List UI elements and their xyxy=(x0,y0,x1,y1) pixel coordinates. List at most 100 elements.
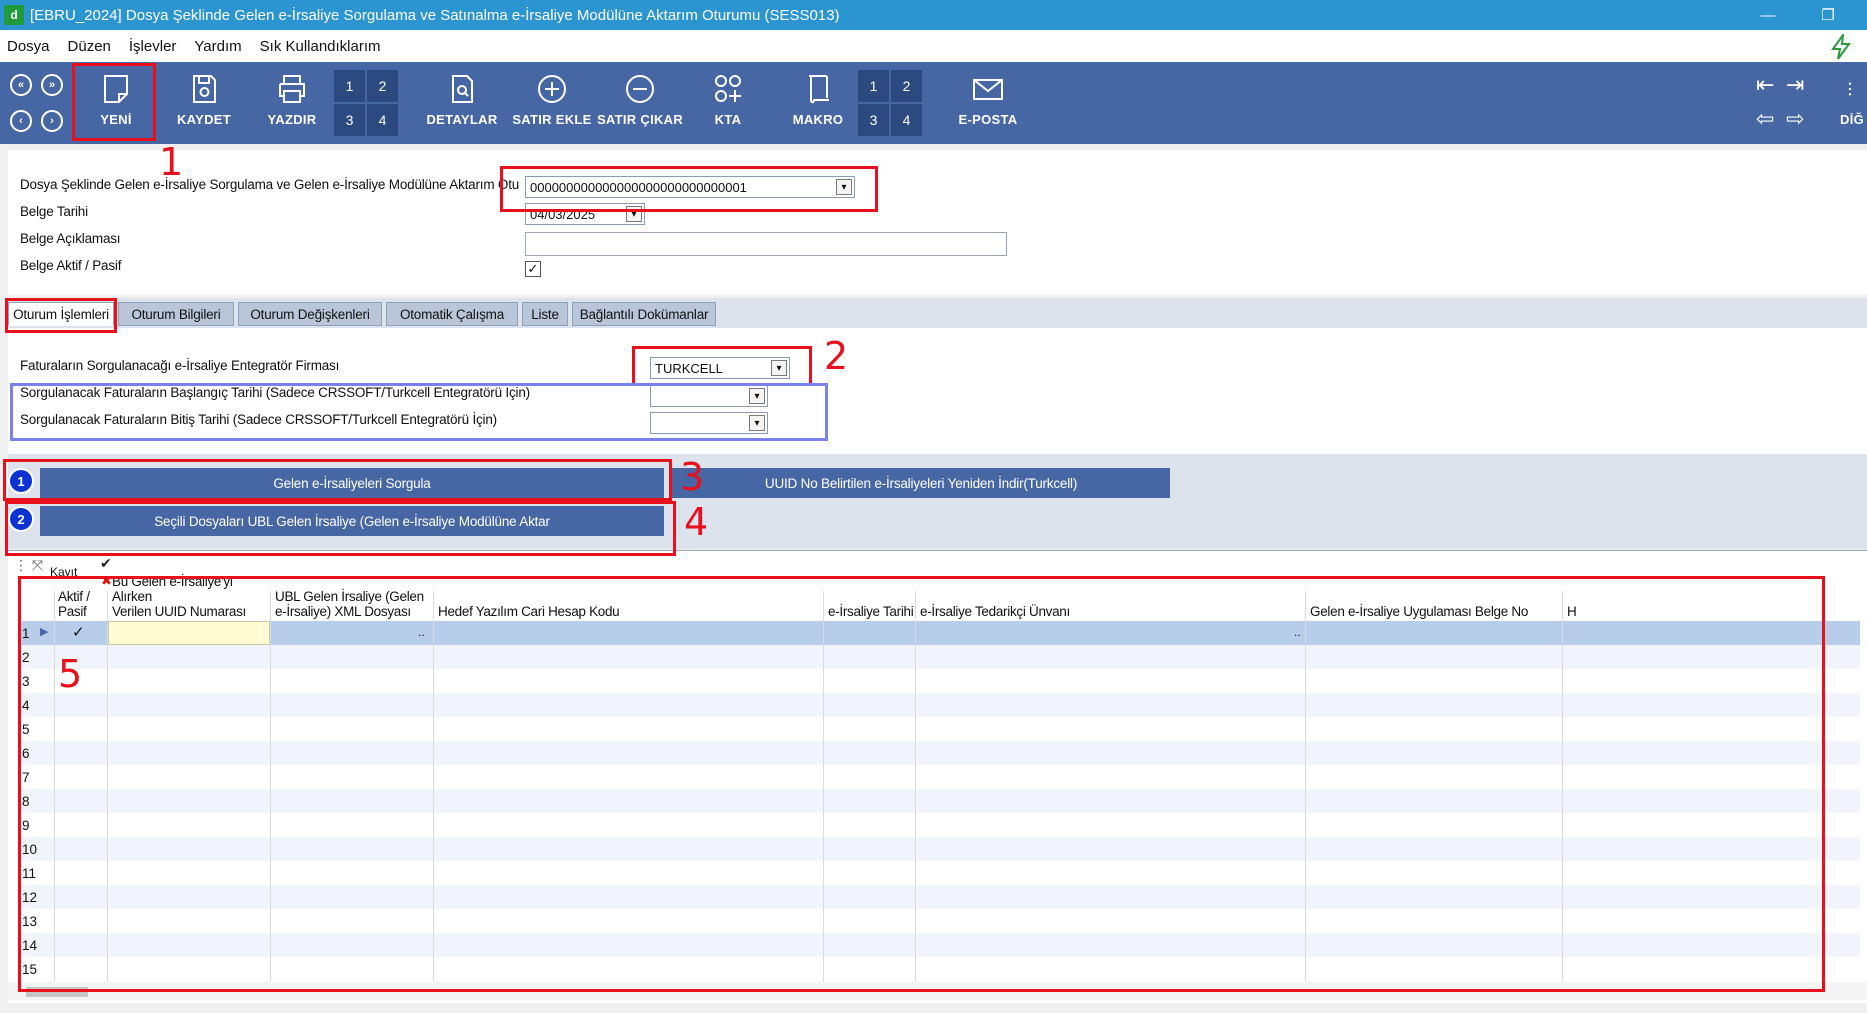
uuid-cell-input[interactable] xyxy=(108,621,270,645)
active-checkbox[interactable]: ✓ xyxy=(525,261,541,277)
template-3[interactable]: 3 xyxy=(334,104,365,136)
email-label: E-POSTA xyxy=(958,112,1018,127)
arrow-left-icon[interactable]: ⇦ xyxy=(1756,106,1774,132)
col-supplier-title[interactable]: e-İrsaliye Tedarikçi Ünvanı xyxy=(916,587,1304,621)
add-row-button[interactable]: SATIR EKLE xyxy=(512,64,592,142)
lightning-icon[interactable] xyxy=(1829,34,1853,60)
table-row[interactable]: 11 xyxy=(20,861,1860,885)
chevron-down-icon[interactable]: ▾ xyxy=(836,179,852,195)
tab-liste[interactable]: Liste xyxy=(522,302,568,326)
integrator-combo[interactable]: TURKCELL ▾ xyxy=(650,357,790,379)
col-doc-no[interactable]: Gelen e-İrsaliye Uygulaması Belge No xyxy=(1306,587,1561,621)
col-h[interactable]: H xyxy=(1563,587,1593,621)
macro-selector[interactable]: 1 2 3 4 xyxy=(858,70,922,136)
menu-duzen[interactable]: Düzen xyxy=(68,38,111,55)
print-label: YAZDIR xyxy=(267,112,317,127)
last-record-icon[interactable]: » xyxy=(41,74,63,96)
macro-1[interactable]: 1 xyxy=(858,70,889,102)
chevron-down-icon[interactable]: ▾ xyxy=(749,415,765,431)
table-row[interactable]: 10 xyxy=(20,837,1860,861)
print-button[interactable]: YAZDIR xyxy=(252,64,332,142)
status-bar xyxy=(0,1003,1867,1013)
table-row[interactable]: 15 xyxy=(20,957,1860,981)
save-button[interactable]: KAYDET xyxy=(164,64,244,142)
table-row[interactable]: 4 xyxy=(20,693,1860,717)
xml-file-browse-button[interactable]: .. xyxy=(418,625,425,639)
col-irsaliye-date[interactable]: e-İrsaliye Tarihi xyxy=(824,587,914,621)
col-uuid[interactable]: Bu Gelen e-İrsaliye'yi Alırken Verilen U… xyxy=(108,574,270,621)
date-value: 04/03/2025 xyxy=(530,206,596,222)
table-row[interactable]: 12 xyxy=(20,885,1860,909)
details-button[interactable]: DETAYLAR xyxy=(422,64,502,142)
grid-divider xyxy=(54,591,55,983)
table-row[interactable]: 1 ▶ ✓.... xyxy=(20,621,1860,645)
menu-dosya[interactable]: Dosya xyxy=(7,38,50,55)
arrow-left-bar-icon[interactable]: ⇤ xyxy=(1756,72,1774,98)
arrow-right-icon[interactable]: ⇨ xyxy=(1786,106,1804,132)
chevron-down-icon[interactable]: ▾ xyxy=(749,388,765,404)
table-row[interactable]: 7 xyxy=(20,765,1860,789)
template-2[interactable]: 2 xyxy=(367,70,398,102)
macro-3[interactable]: 3 xyxy=(858,104,889,136)
row-number: 14 xyxy=(22,938,38,953)
table-row[interactable]: 9 xyxy=(20,813,1860,837)
new-doc-icon xyxy=(104,75,128,103)
macro-button[interactable]: MAKRO xyxy=(778,64,858,142)
start-date-label: Sorgulanacak Faturaların Başlangıç Tarih… xyxy=(20,385,530,400)
table-row[interactable]: 2 xyxy=(20,645,1860,669)
row-number: 7 xyxy=(22,770,30,785)
table-row[interactable]: 14 xyxy=(20,933,1860,957)
details-icon xyxy=(452,75,473,103)
template-1[interactable]: 1 xyxy=(334,70,365,102)
table-row[interactable]: 6 xyxy=(20,741,1860,765)
chevron-down-icon[interactable]: ▾ xyxy=(626,206,642,222)
expand-icon[interactable]: ⋮ ⤧ xyxy=(14,557,43,574)
tab-otomatik-calisma[interactable]: Otomatik Çalışma xyxy=(386,302,518,326)
col-active[interactable]: Aktif / Pasif xyxy=(54,587,106,621)
redownload-button[interactable]: UUID No Belirtilen e-İrsaliyeleri Yenide… xyxy=(672,468,1170,498)
date-combo[interactable]: 04/03/2025 ▾ xyxy=(525,203,645,225)
prev-record-icon[interactable]: ‹ xyxy=(10,110,32,132)
table-row[interactable]: 5 xyxy=(20,717,1860,741)
supplier-browse-button[interactable]: .. xyxy=(1294,625,1301,639)
session-combo[interactable]: 000000000000000000000000000001 ▾ xyxy=(525,176,855,198)
transfer-button[interactable]: Seçili Dosyaları UBL Gelen İrsaliye (Gel… xyxy=(40,506,664,536)
col-target-account[interactable]: Hedef Yazılım Cari Hesap Kodu xyxy=(434,587,822,621)
table-row[interactable]: 8 xyxy=(20,789,1860,813)
menu-islevler[interactable]: İşlevler xyxy=(129,38,177,55)
menu-bar: Dosya Düzen İşlevler Yardım Sık Kullandı… xyxy=(0,30,1867,62)
query-button[interactable]: Gelen e-İrsaliyeleri Sorgula xyxy=(40,468,664,498)
next-record-icon[interactable]: › xyxy=(41,110,63,132)
first-record-icon[interactable]: « xyxy=(10,74,32,96)
restore-button[interactable]: ❐ xyxy=(1800,0,1856,30)
minimize-button[interactable]: — xyxy=(1740,0,1796,30)
check-all-icon[interactable]: ✔ xyxy=(100,555,112,572)
table-row[interactable]: 3 xyxy=(20,669,1860,693)
tab-oturum-bilgileri[interactable]: Oturum Bilgileri xyxy=(118,302,234,326)
tab-baglantili-dokumanlar[interactable]: Bağlantılı Dokümanlar xyxy=(572,302,716,326)
email-button[interactable]: E-POSTA xyxy=(948,64,1028,142)
new-button[interactable]: YENİ xyxy=(74,64,158,142)
end-date-combo[interactable]: ▾ xyxy=(650,412,768,434)
chevron-down-icon[interactable]: ▾ xyxy=(771,360,787,376)
tab-oturum-islemleri[interactable]: Oturum İşlemleri xyxy=(8,302,114,326)
menu-yardim[interactable]: Yardım xyxy=(194,38,241,55)
template-4[interactable]: 4 xyxy=(367,104,398,136)
arrow-right-bar-icon[interactable]: ⇥ xyxy=(1786,72,1804,98)
kta-button[interactable]: KTA xyxy=(690,64,766,142)
more-button[interactable]: DİĞ xyxy=(1840,64,1867,142)
remove-row-button[interactable]: SATIR ÇIKAR xyxy=(597,64,683,142)
row-active-check[interactable]: ✓ xyxy=(72,623,85,641)
desc-input[interactable] xyxy=(525,232,1007,256)
print-template-selector[interactable]: 1 2 3 4 xyxy=(334,70,398,136)
tab-oturum-degiskenleri[interactable]: Oturum Değişkenleri xyxy=(238,302,382,326)
scroll-thumb[interactable] xyxy=(26,987,88,997)
grid-divider xyxy=(915,591,916,983)
start-date-combo[interactable]: ▾ xyxy=(650,385,768,407)
menu-sik-kullandiklarim[interactable]: Sık Kullandıklarım xyxy=(260,38,381,55)
table-row[interactable]: 13 xyxy=(20,909,1860,933)
macro-2[interactable]: 2 xyxy=(891,70,922,102)
horizontal-scrollbar[interactable] xyxy=(8,982,1867,1000)
macro-4[interactable]: 4 xyxy=(891,104,922,136)
col-xml-file[interactable]: UBL Gelen İrsaliye (Gelen e-İrsaliye) XM… xyxy=(271,587,433,621)
